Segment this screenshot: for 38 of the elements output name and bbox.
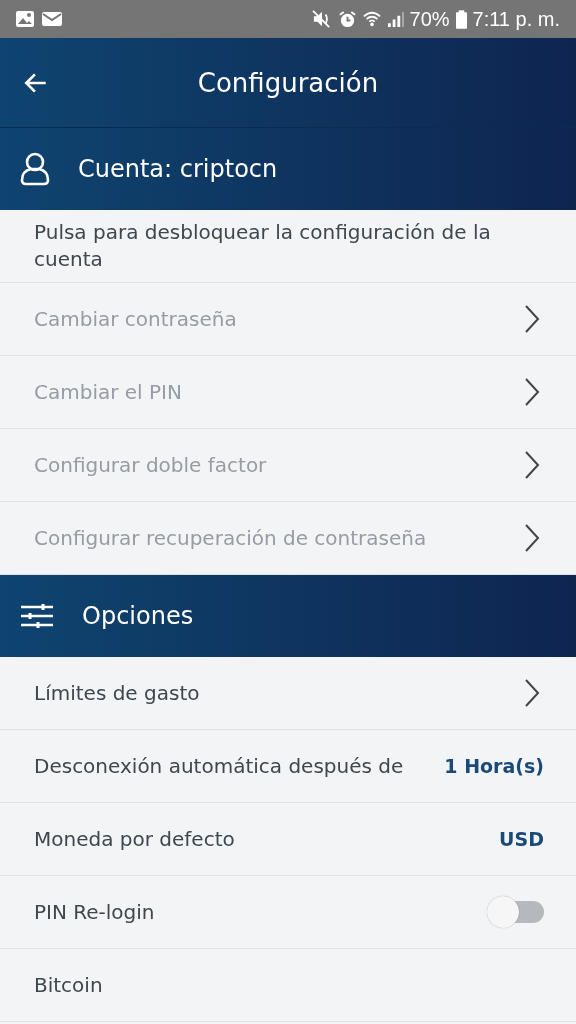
toggle-switch[interactable] (486, 895, 546, 929)
settings-row[interactable]: Bitcoin (0, 949, 576, 1022)
clock: 7:11 p. m. (472, 7, 560, 31)
chevron-right-icon (524, 377, 540, 407)
chevron-right-icon (524, 523, 540, 553)
settings-row[interactable]: Moneda por defecto USD (0, 803, 576, 876)
chevron-right-icon (524, 678, 540, 708)
row-label: Desconexión automática después de (34, 753, 405, 780)
image-icon (15, 10, 35, 28)
section-title: Cuenta: criptocn (78, 155, 278, 183)
mail-icon (41, 10, 63, 28)
settings-row[interactable]: Desconexión automática después de 1 Hora(s) (0, 730, 576, 803)
row-label: Configurar doble factor (34, 452, 268, 479)
chevron-right-icon (524, 304, 540, 334)
screen-title: Configuración (197, 67, 379, 98)
battery-icon (455, 9, 467, 29)
settings-row[interactable]: Límites de gasto (0, 657, 576, 730)
battery-percentage: 70% (409, 7, 450, 31)
wifi-icon (362, 10, 381, 28)
section-title: Opciones (82, 602, 194, 630)
signal-icon (386, 10, 404, 28)
row-label: Bitcoin (34, 972, 104, 999)
row-label: Configurar recuperación de contraseña (34, 525, 428, 552)
sliders-icon (20, 603, 54, 629)
row-label: Moneda por defecto (34, 826, 236, 853)
row-label: Límites de gasto (34, 680, 201, 707)
alarm-icon (337, 9, 357, 29)
chevron-right-icon (524, 450, 540, 480)
mute-icon (311, 10, 332, 28)
row-label: Pulsa para desbloquear la configuración de la cuenta (34, 219, 492, 273)
row-label: PIN Re-login (34, 899, 156, 926)
user-icon (20, 152, 50, 186)
row-label: Cambiar el PIN (34, 379, 183, 406)
row-value: USD (499, 828, 544, 850)
row-value: 1 Hora(s) (444, 755, 544, 777)
settings-row[interactable]: PIN Re-login (0, 876, 576, 949)
settings-row[interactable]: Pulsa para desbloquear la configuración de la cuenta (0, 210, 576, 283)
row-label: Cambiar contraseña (34, 306, 238, 333)
